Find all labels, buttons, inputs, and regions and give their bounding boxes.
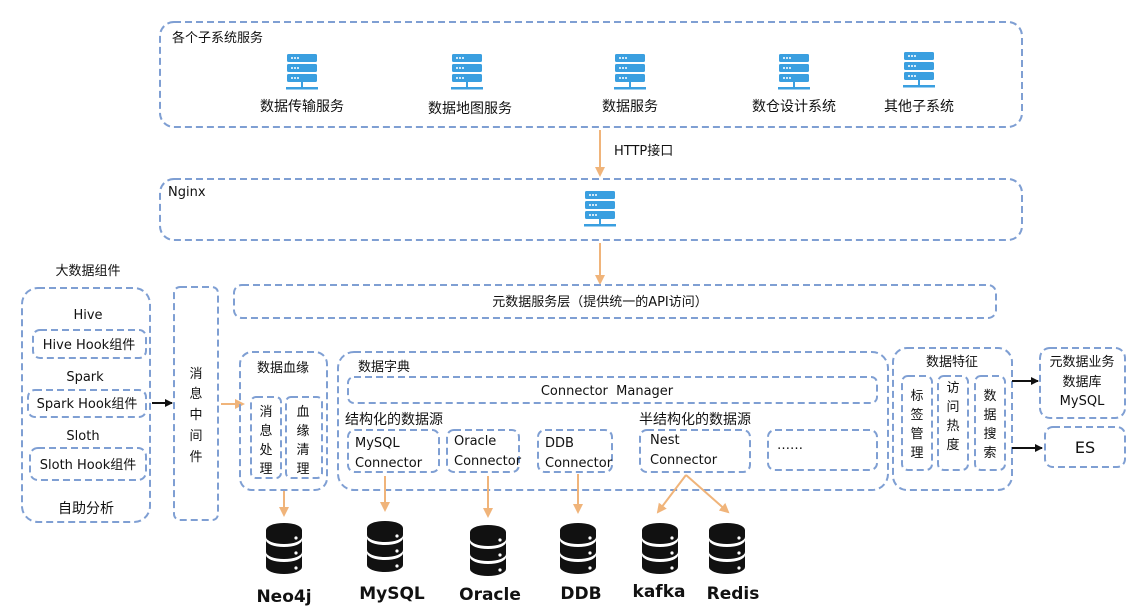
connector-label: Nest: [650, 433, 680, 448]
nginx-panel: Nginx: [159, 178, 1023, 241]
spark-hook: Spark Hook组件: [37, 397, 138, 412]
database-icon: [560, 523, 596, 574]
char: 理: [910, 446, 923, 461]
database-icon: [266, 523, 302, 574]
database-icon: [642, 523, 678, 574]
hive-label: Hive: [73, 308, 102, 323]
char: 理: [296, 462, 309, 477]
db-label-ddb: DDB: [560, 584, 601, 604]
metadata-service-layer-label: 元数据服务层（提供统一的API访问）: [492, 294, 708, 310]
char: 标: [910, 389, 923, 404]
semi-structured-sources-label: 半结构化的数据源: [639, 412, 751, 428]
connector-label: Connector: [454, 454, 522, 469]
char: 管: [910, 427, 923, 442]
connector-label: Connector: [545, 456, 613, 471]
flow-arrow: [685, 474, 730, 514]
server-icon: [903, 52, 935, 88]
service-warehouse-design: 数仓设计系统: [752, 99, 836, 115]
business-db-label: 元数据业务: [1049, 354, 1114, 370]
db-label-kafka: kafka: [633, 582, 686, 602]
metadata-architecture-diagram: 各个子系统服务 数据传输服务 数据地图服务 数据服务 数仓设计系统 其他子系统 …: [21, 21, 1126, 607]
char: 息: [259, 423, 272, 439]
database-icon: [709, 523, 745, 574]
nginx-title: Nginx: [168, 185, 206, 200]
service-data: 数据服务: [602, 99, 658, 115]
server-icon: [778, 54, 810, 90]
subsystems-title: 各个子系统服务: [172, 30, 263, 46]
dictionary-panel: 数据字典 Connector Manager 结构化的数据源 半结构化的数据源 …: [337, 351, 889, 491]
features-panel: 数据特征 标 签 管 理 访 问 热 度 数 据 搜 索: [892, 347, 1013, 491]
spark-label: Spark: [66, 370, 104, 385]
db-label-neo4j: Neo4j: [256, 587, 311, 607]
char: 访: [946, 381, 959, 396]
connector-label: Oracle: [454, 434, 496, 449]
subsystems-panel: 各个子系统服务 数据传输服务 数据地图服务 数据服务 数仓设计系统 其他子系统: [159, 21, 1023, 128]
char: 问: [946, 400, 959, 415]
bigdata-panel: 大数据组件 Hive Hive Hook组件 Spark Spark Hook组…: [21, 264, 151, 523]
char: 件: [189, 450, 202, 465]
server-icon: [286, 54, 318, 90]
char: 热: [946, 419, 959, 434]
db-label-oracle: Oracle: [459, 585, 521, 605]
char: 间: [189, 429, 202, 444]
connector-label: MySQL: [355, 436, 400, 451]
sloth-label: Sloth: [66, 429, 99, 444]
connector-manager-label: Connector Manager: [541, 384, 674, 399]
database-icon: [470, 525, 506, 576]
char: 消: [259, 405, 272, 420]
connector-label: Connector: [650, 453, 718, 468]
server-icon: [451, 54, 483, 90]
business-db-label: 数据库: [1062, 374, 1101, 390]
message-middleware: 消 息 中 间 件: [173, 286, 219, 521]
es-label: ES: [1075, 438, 1095, 457]
sloth-hook: Sloth Hook组件: [40, 458, 137, 473]
char: 清: [296, 443, 309, 458]
char: 理: [259, 462, 272, 477]
server-icon: [614, 54, 646, 90]
lineage-title: 数据血缘: [257, 361, 309, 376]
structured-sources-label: 结构化的数据源: [345, 412, 443, 428]
char: 血: [296, 405, 309, 420]
business-db-label: MySQL: [1060, 394, 1105, 409]
char: 消: [189, 367, 202, 382]
char: 据: [983, 408, 996, 423]
char: 数: [983, 389, 996, 404]
business-db-box: 元数据业务 数据库 MySQL: [1039, 347, 1126, 419]
hive-hook: Hive Hook组件: [43, 338, 135, 353]
service-data-map: 数据地图服务: [428, 101, 512, 117]
http-label: HTTP接口: [614, 143, 673, 159]
char: 缘: [296, 424, 309, 439]
ellipsis: ……: [777, 438, 803, 453]
db-label-mysql: MySQL: [359, 584, 425, 604]
connector-label: DDB: [545, 436, 574, 451]
flow-arrow: [656, 474, 687, 514]
char: 息: [189, 386, 202, 402]
db-label-redis: Redis: [707, 584, 760, 604]
char: 索: [983, 446, 996, 461]
connector-label: Connector: [355, 456, 423, 471]
char: 中: [189, 408, 202, 423]
dictionary-title: 数据字典: [358, 360, 410, 375]
es-box: ES: [1044, 426, 1126, 468]
char: 度: [946, 437, 959, 453]
self-service-analysis: 自助分析: [58, 501, 114, 517]
service-other: 其他子系统: [884, 99, 954, 115]
service-data-transfer: 数据传输服务: [260, 99, 344, 115]
features-title: 数据特征: [926, 355, 978, 370]
bigdata-title: 大数据组件: [55, 264, 120, 279]
char: 处: [259, 443, 272, 458]
database-icon: [367, 521, 403, 572]
char: 签: [910, 407, 923, 423]
server-icon: [584, 191, 616, 227]
char: 搜: [983, 427, 996, 442]
lineage-panel: 数据血缘 消 息 处 理 血 缘 清 理: [239, 351, 328, 491]
